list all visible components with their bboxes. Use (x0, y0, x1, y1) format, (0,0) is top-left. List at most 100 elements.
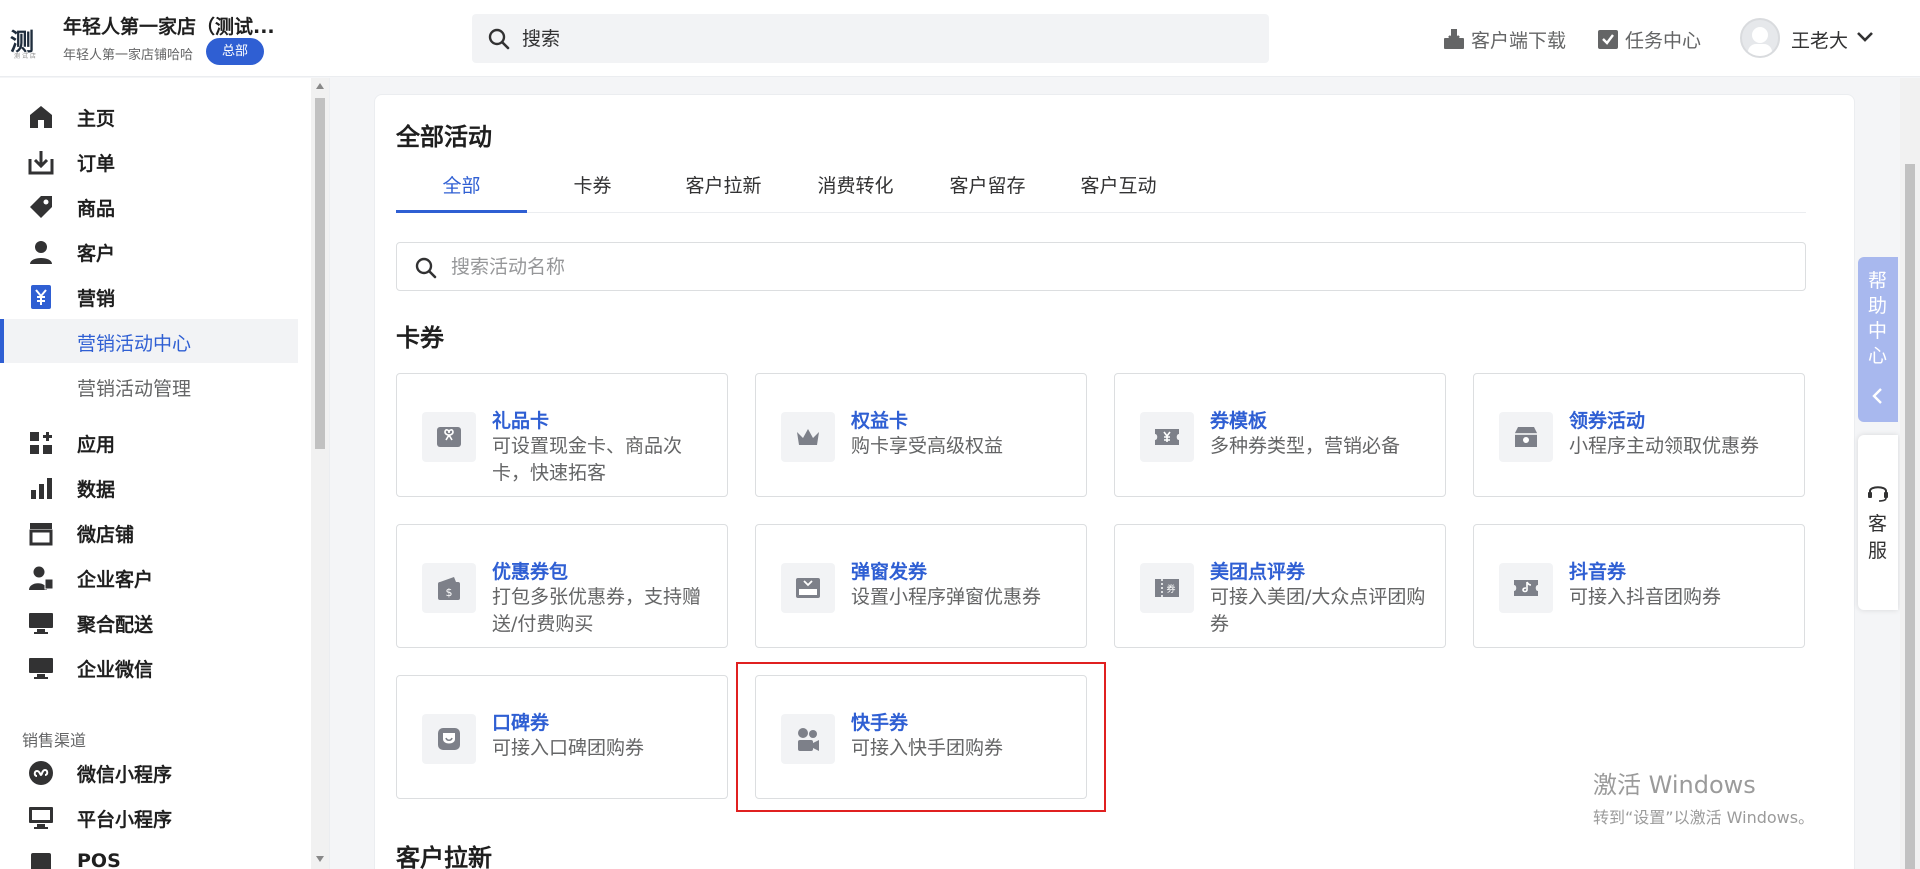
gift-card-icon (422, 412, 476, 462)
sidebar-item-label: 企业微信 (77, 659, 154, 681)
shop-logo[interactable]: 测 测 试 店 (6, 16, 46, 60)
sidebar-item-marketing[interactable]: 营销 (0, 276, 310, 316)
tab-interaction[interactable]: 客户互动 (1053, 166, 1184, 213)
task-check-icon (1598, 30, 1618, 49)
crown-icon (781, 412, 835, 462)
svg-text:券: 券 (1166, 583, 1175, 595)
headset-icon (1868, 486, 1888, 502)
main-scrollbar[interactable] (1900, 78, 1920, 869)
desktop-icon (29, 658, 53, 679)
logo-subtext: 测 试 店 (14, 53, 36, 60)
tab-retention[interactable]: 客户留存 (922, 166, 1053, 213)
sidebar-item-label: POS (77, 850, 121, 869)
card-description: 可接入口碑团购券 (492, 737, 645, 759)
sidebar-item-enterprise-customers[interactable]: 企业客户 (0, 557, 310, 597)
activity-card-gift-card[interactable]: 礼品卡 可设置现金卡、商品次卡，快速拓客 (396, 373, 728, 497)
activity-search[interactable] (396, 242, 1806, 291)
card-description: 打包多张优惠券，支持赠送/付费购买 (492, 586, 702, 635)
download-icon (1444, 29, 1464, 49)
card-description: 可设置现金卡、商品次卡，快速拓客 (492, 435, 683, 484)
help-center-tab[interactable]: 帮助中心 (1858, 257, 1898, 422)
activity-card-coupon-pack[interactable]: $ 优惠券包 打包多张优惠券，支持赠送/付费购买 (396, 524, 728, 648)
sidebar-scroll-thumb[interactable] (315, 98, 325, 449)
sidebar-item-apps[interactable]: 应用 (0, 422, 310, 462)
sidebar-item-wechat-mini[interactable]: 微信小程序 (0, 752, 310, 792)
user-icon (30, 241, 52, 264)
sidebar-item-home[interactable]: 主页 (0, 96, 310, 136)
card-title: 领券活动 (1569, 410, 1646, 432)
card-description: 小程序主动领取优惠券 (1569, 435, 1760, 457)
scroll-up-arrow-icon[interactable] (316, 83, 324, 89)
sidebar-item-label: 营销 (77, 288, 116, 310)
card-title: 礼品卡 (492, 410, 550, 432)
sidebar-scrollbar[interactable] (311, 78, 329, 869)
user-name[interactable]: 王老大 (1791, 26, 1848, 53)
tab-acquisition[interactable]: 客户拉新 (658, 166, 789, 213)
activity-card-douyin-coupon[interactable]: 抖音券 可接入抖音团购券 (1473, 524, 1805, 648)
sidebar-item-label: 客户 (77, 243, 116, 265)
activity-card-koubei-coupon[interactable]: 口碑券 可接入口碑团购券 (396, 675, 728, 799)
activity-card-meituan-coupon[interactable]: 券 美团点评券 可接入美团/大众点评团购券 (1114, 524, 1446, 648)
card-description: 可接入美团/大众点评团购券 (1210, 586, 1426, 635)
shop-subtitle: 年轻人第一家店铺哈哈 (63, 48, 194, 63)
sidebar-item-label: 平台小程序 (77, 809, 173, 831)
svg-text:$: $ (446, 586, 453, 599)
client-download-label: 客户端下载 (1471, 29, 1567, 52)
activity-card-membership[interactable]: 权益卡 购卡享受高级权益 (755, 373, 1087, 497)
popup-coupon-icon (781, 563, 835, 613)
global-search-input[interactable] (522, 14, 1252, 63)
tab-cards[interactable]: 卡券 (527, 166, 658, 213)
douyin-coupon-icon (1499, 563, 1553, 613)
platform-icon (29, 807, 53, 829)
sidebar-item-data[interactable]: 数据 (0, 467, 310, 507)
sales-channel-heading: 销售渠道 (22, 731, 87, 750)
task-center-button[interactable]: 任务中心 (1597, 24, 1701, 54)
card-title: 券模板 (1210, 410, 1268, 432)
search-icon (415, 257, 437, 279)
avatar[interactable] (1740, 18, 1780, 58)
tab-all[interactable]: 全部 (396, 166, 527, 213)
sidebar-item-store[interactable]: 微店铺 (0, 512, 310, 552)
sidebar-item-label: 商品 (77, 198, 116, 220)
card-title: 优惠券包 (492, 561, 569, 583)
sidebar-item-customers[interactable]: 客户 (0, 231, 310, 271)
chevron-down-icon[interactable] (1856, 30, 1874, 44)
customer-service-tab[interactable]: 客服 (1858, 435, 1898, 610)
sidebar-subitem-marketing-center[interactable]: 营销活动中心 (0, 319, 298, 363)
monitor-icon (29, 613, 53, 634)
tag-icon (30, 196, 52, 218)
scroll-down-arrow-icon[interactable] (316, 856, 324, 862)
sidebar-item-label: 微信小程序 (77, 764, 173, 786)
shop-name[interactable]: 年轻人第一家店（测试... (63, 12, 283, 39)
activity-card-coupon-claim[interactable]: 领券活动 小程序主动领取优惠券 (1473, 373, 1805, 497)
sidebar-item-wecom[interactable]: 企业微信 (0, 647, 310, 687)
sidebar-subitem-marketing-manage[interactable]: 营销活动管理 (0, 364, 298, 408)
card-title: 抖音券 (1569, 561, 1627, 583)
section-title-acquisition: 客户拉新 (396, 844, 492, 869)
client-download-button[interactable]: 客户端下载 (1443, 24, 1566, 54)
sidebar-item-delivery[interactable]: 聚合配送 (0, 602, 310, 642)
activity-card-popup-coupon[interactable]: 弹窗发券 设置小程序弹窗优惠券 (755, 524, 1087, 648)
main-scroll-thumb[interactable] (1905, 164, 1915, 869)
sidebar-item-pos[interactable]: POS (0, 842, 310, 869)
card-title: 口碑券 (492, 712, 550, 734)
sidebar-item-label: 聚合配送 (77, 614, 154, 636)
highlight-frame (736, 662, 1106, 812)
search-icon (488, 28, 510, 50)
enterprise-user-icon (29, 566, 54, 590)
activity-search-input[interactable] (451, 243, 1791, 290)
card-title: 弹窗发券 (851, 561, 928, 583)
hq-badge: 总部 (206, 38, 264, 65)
sidebar-item-label: 主页 (77, 108, 116, 130)
page-title: 全部活动 (396, 123, 492, 151)
sidebar-item-platform-mini[interactable]: 平台小程序 (0, 797, 310, 837)
activity-tabs: 全部 卡券 客户拉新 消费转化 客户留存 客户互动 (396, 166, 1806, 213)
sidebar-item-orders[interactable]: 订单 (0, 141, 310, 181)
tab-conversion[interactable]: 消费转化 (790, 166, 921, 213)
sidebar-item-label: 应用 (77, 434, 116, 456)
global-search[interactable] (472, 14, 1269, 63)
sidebar-item-goods[interactable]: 商品 (0, 186, 310, 226)
order-icon (28, 151, 54, 175)
activity-card-coupon-template[interactable]: 券模板 多种券类型，营销必备 (1114, 373, 1446, 497)
windows-activation-watermark: 激活 Windows 转到“设置”以激活 Windows。 (1593, 765, 1814, 828)
